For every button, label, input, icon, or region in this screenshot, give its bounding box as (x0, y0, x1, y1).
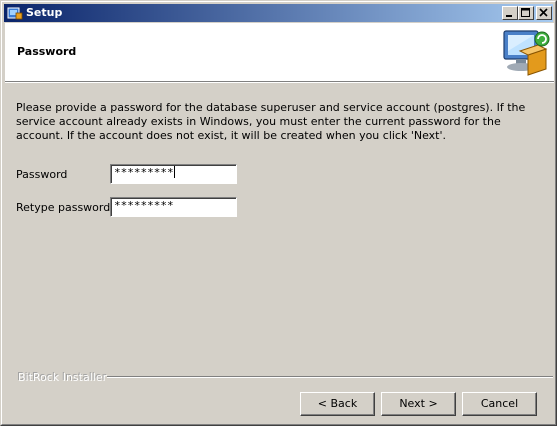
maximize-icon (521, 8, 530, 17)
close-icon (539, 8, 548, 17)
maximize-button[interactable] (518, 6, 534, 20)
retype-password-input[interactable]: ********* (110, 197, 237, 217)
setup-window: Setup Password Please provide a password… (0, 0, 557, 426)
password-input[interactable]: ********* (110, 164, 237, 184)
next-button[interactable]: Next > (381, 392, 456, 416)
installer-brand-label: BitRock Installer (18, 371, 108, 384)
close-button[interactable] (536, 6, 552, 20)
wizard-header: Password (5, 23, 554, 81)
title-bar[interactable]: Setup (4, 4, 553, 22)
page-title: Password (17, 45, 77, 58)
header-divider-highlight (5, 82, 554, 83)
installer-computer-icon (498, 25, 552, 79)
window-title: Setup (26, 6, 63, 19)
retype-password-label: Retype password (16, 201, 111, 214)
footer-divider-highlight (107, 377, 553, 378)
minimize-button[interactable] (502, 6, 518, 20)
cancel-button[interactable]: Cancel (462, 392, 537, 416)
setup-app-icon (7, 5, 23, 21)
back-button[interactable]: < Back (300, 392, 375, 416)
instructions-text: Please provide a password for the databa… (16, 101, 526, 142)
password-label: Password (16, 168, 68, 181)
password-input-bevel (111, 165, 236, 183)
retype-password-input-bevel (111, 198, 236, 216)
minimize-icon (506, 15, 512, 17)
